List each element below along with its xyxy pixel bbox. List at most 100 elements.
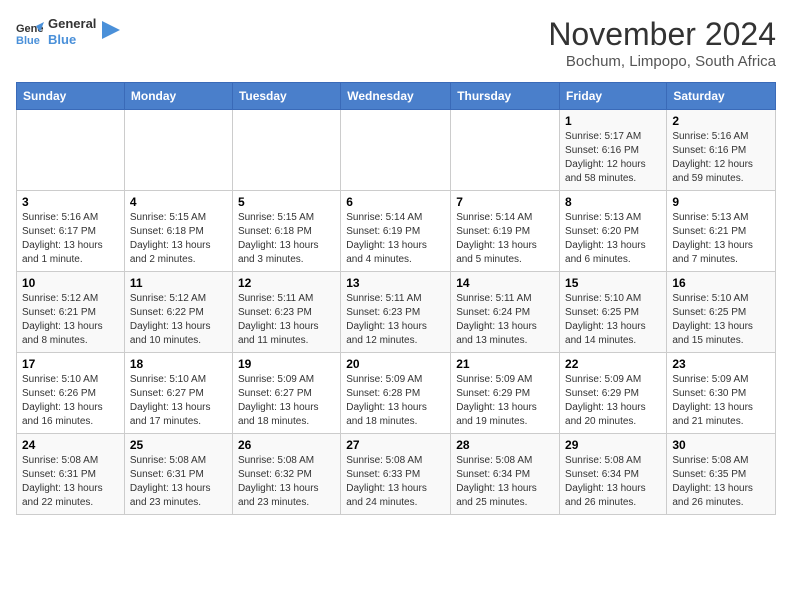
day-info: Sunrise: 5:08 AM Sunset: 6:35 PM Dayligh… [672,454,770,510]
day-info: Sunrise: 5:10 AM Sunset: 6:25 PM Dayligh… [565,292,661,348]
day-cell: 8 Sunrise: 5:13 AM Sunset: 6:20 PM Daylig… [560,191,667,272]
day-number: 13 [346,276,445,290]
day-number: 3 [22,195,119,209]
day-number: 5 [238,195,335,209]
day-info: Sunrise: 5:08 AM Sunset: 6:34 PM Dayligh… [565,454,661,510]
weekday-header-wednesday: Wednesday [341,83,451,110]
day-cell [232,110,340,191]
day-number: 14 [456,276,554,290]
day-cell: 4Sunrise: 5:15 AM Sunset: 6:18 PM Daylig… [124,191,232,272]
day-info: Sunrise: 5:08 AM Sunset: 6:34 PM Dayligh… [456,454,554,510]
day-cell: 17 Sunrise: 5:10 AM Sunset: 6:26 PM Dayli… [17,353,125,434]
day-cell [124,110,232,191]
day-info: Sunrise: 5:08 AM Sunset: 6:33 PM Dayligh… [346,454,445,510]
day-cell: 9 Sunrise: 5:13 AM Sunset: 6:21 PM Daylig… [667,191,776,272]
day-cell: 13 Sunrise: 5:11 AM Sunset: 6:23 PM Dayli… [341,272,451,353]
day-info: Sunrise: 5:13 AM Sunset: 6:21 PM Dayligh… [672,211,770,267]
day-info: Sunrise: 5:10 AM Sunset: 6:27 PM Dayligh… [130,373,227,429]
day-number: 29 [565,438,661,452]
week-row-4: 17 Sunrise: 5:10 AM Sunset: 6:26 PM Dayli… [17,353,776,434]
day-number: 9 [672,195,770,209]
day-cell: 24 Sunrise: 5:08 AM Sunset: 6:31 PM Dayli… [17,434,125,515]
day-cell [451,110,560,191]
day-cell: 23 Sunrise: 5:09 AM Sunset: 6:30 PM Dayli… [667,353,776,434]
day-cell: 26 Sunrise: 5:08 AM Sunset: 6:32 PM Dayli… [232,434,340,515]
logo-icon: General Blue [16,18,44,46]
day-info: Sunrise: 5:14 AM Sunset: 6:19 PM Dayligh… [456,211,554,267]
day-cell: 3 Sunrise: 5:16 AM Sunset: 6:17 PM Daylig… [17,191,125,272]
day-number: 6 [346,195,445,209]
day-number: 24 [22,438,119,452]
day-info: Sunrise: 5:13 AM Sunset: 6:20 PM Dayligh… [565,211,661,267]
day-cell: 11Sunrise: 5:12 AM Sunset: 6:22 PM Dayli… [124,272,232,353]
day-cell: 16 Sunrise: 5:10 AM Sunset: 6:25 PM Dayli… [667,272,776,353]
day-number: 21 [456,357,554,371]
day-info: Sunrise: 5:10 AM Sunset: 6:25 PM Dayligh… [672,292,770,348]
day-number: 15 [565,276,661,290]
day-number: 7 [456,195,554,209]
day-cell: 22Sunrise: 5:09 AM Sunset: 6:29 PM Dayli… [560,353,667,434]
weekday-header-row: SundayMondayTuesdayWednesdayThursdayFrid… [17,83,776,110]
day-info: Sunrise: 5:16 AM Sunset: 6:16 PM Dayligh… [672,130,770,186]
header: General Blue General Blue November 2024 … [16,16,776,70]
day-number: 12 [238,276,335,290]
day-info: Sunrise: 5:09 AM Sunset: 6:29 PM Dayligh… [456,373,554,429]
day-number: 26 [238,438,335,452]
day-number: 18 [130,357,227,371]
day-cell: 15 Sunrise: 5:10 AM Sunset: 6:25 PM Dayli… [560,272,667,353]
day-number: 16 [672,276,770,290]
day-number: 22 [565,357,661,371]
day-number: 27 [346,438,445,452]
day-number: 19 [238,357,335,371]
logo-chevron-icon [102,21,120,39]
day-cell: 6 Sunrise: 5:14 AM Sunset: 6:19 PM Daylig… [341,191,451,272]
day-number: 17 [22,357,119,371]
day-number: 8 [565,195,661,209]
day-cell: 7 Sunrise: 5:14 AM Sunset: 6:19 PM Daylig… [451,191,560,272]
day-info: Sunrise: 5:17 AM Sunset: 6:16 PM Dayligh… [565,130,661,186]
day-cell [17,110,125,191]
calendar-title: November 2024 [548,16,776,53]
day-cell: 10Sunrise: 5:12 AM Sunset: 6:21 PM Dayli… [17,272,125,353]
day-number: 28 [456,438,554,452]
day-info: Sunrise: 5:11 AM Sunset: 6:23 PM Dayligh… [238,292,335,348]
day-info: Sunrise: 5:11 AM Sunset: 6:24 PM Dayligh… [456,292,554,348]
day-cell: 18 Sunrise: 5:10 AM Sunset: 6:27 PM Dayli… [124,353,232,434]
day-number: 20 [346,357,445,371]
calendar-subtitle: Bochum, Limpopo, South Africa [548,53,776,70]
day-cell: 29 Sunrise: 5:08 AM Sunset: 6:34 PM Dayli… [560,434,667,515]
day-number: 23 [672,357,770,371]
weekday-header-tuesday: Tuesday [232,83,340,110]
week-row-3: 10Sunrise: 5:12 AM Sunset: 6:21 PM Dayli… [17,272,776,353]
day-cell: 12 Sunrise: 5:11 AM Sunset: 6:23 PM Dayli… [232,272,340,353]
day-cell: 1 Sunrise: 5:17 AM Sunset: 6:16 PM Daylig… [560,110,667,191]
day-number: 1 [565,114,661,128]
logo-text-line2: Blue [48,32,96,48]
title-area: November 2024 Bochum, Limpopo, South Afr… [548,16,776,70]
day-cell: 21 Sunrise: 5:09 AM Sunset: 6:29 PM Dayli… [451,353,560,434]
day-info: Sunrise: 5:08 AM Sunset: 6:31 PM Dayligh… [130,454,227,510]
day-cell: 27 Sunrise: 5:08 AM Sunset: 6:33 PM Dayli… [341,434,451,515]
weekday-header-sunday: Sunday [17,83,125,110]
day-info: Sunrise: 5:14 AM Sunset: 6:19 PM Dayligh… [346,211,445,267]
day-info: Sunrise: 5:15 AM Sunset: 6:18 PM Dayligh… [238,211,335,267]
week-row-1: 1 Sunrise: 5:17 AM Sunset: 6:16 PM Daylig… [17,110,776,191]
day-info: Sunrise: 5:12 AM Sunset: 6:21 PM Dayligh… [22,292,119,348]
day-info: Sunrise: 5:11 AM Sunset: 6:23 PM Dayligh… [346,292,445,348]
day-info: Sunrise: 5:09 AM Sunset: 6:28 PM Dayligh… [346,373,445,429]
day-cell: 14 Sunrise: 5:11 AM Sunset: 6:24 PM Dayli… [451,272,560,353]
day-info: Sunrise: 5:10 AM Sunset: 6:26 PM Dayligh… [22,373,119,429]
weekday-header-thursday: Thursday [451,83,560,110]
day-number: 25 [130,438,227,452]
day-cell: 2Sunrise: 5:16 AM Sunset: 6:16 PM Daylig… [667,110,776,191]
day-cell: 19 Sunrise: 5:09 AM Sunset: 6:27 PM Dayli… [232,353,340,434]
day-cell: 25 Sunrise: 5:08 AM Sunset: 6:31 PM Dayli… [124,434,232,515]
day-info: Sunrise: 5:16 AM Sunset: 6:17 PM Dayligh… [22,211,119,267]
calendar-table: SundayMondayTuesdayWednesdayThursdayFrid… [16,82,776,515]
day-info: Sunrise: 5:08 AM Sunset: 6:31 PM Dayligh… [22,454,119,510]
day-cell: 20 Sunrise: 5:09 AM Sunset: 6:28 PM Dayli… [341,353,451,434]
day-info: Sunrise: 5:08 AM Sunset: 6:32 PM Dayligh… [238,454,335,510]
day-info: Sunrise: 5:09 AM Sunset: 6:27 PM Dayligh… [238,373,335,429]
day-number: 11 [130,276,227,290]
day-info: Sunrise: 5:09 AM Sunset: 6:30 PM Dayligh… [672,373,770,429]
